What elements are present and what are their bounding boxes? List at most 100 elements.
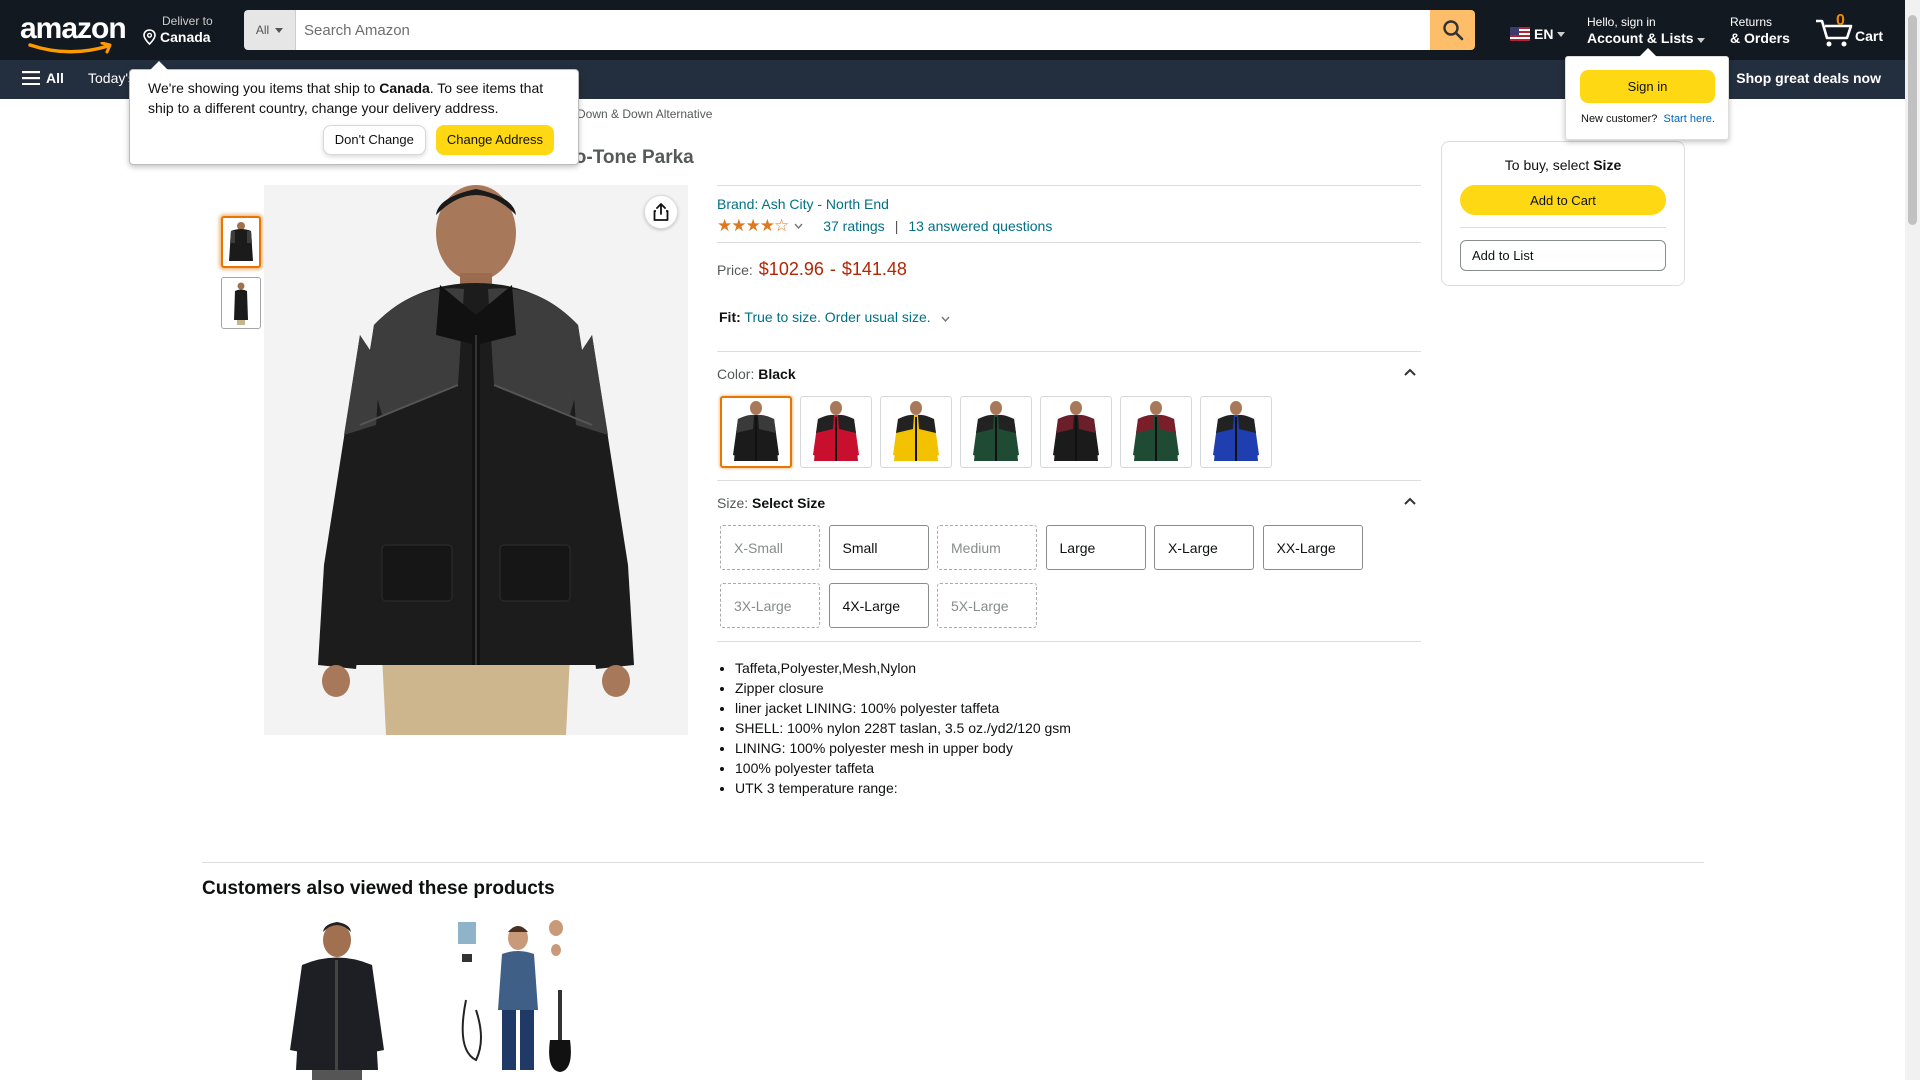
returns-orders[interactable]: Returns & Orders: [1730, 15, 1790, 47]
divider: [202, 862, 1704, 863]
chevron-up-icon[interactable]: [1404, 368, 1416, 376]
size-heading: Size: Select Size: [717, 495, 825, 511]
color-swatch-red[interactable]: [800, 396, 872, 468]
color-heading: Color: Black: [717, 366, 796, 382]
action-figure-image: [458, 920, 571, 1072]
popover-text: We're showing you items that ship to: [148, 80, 380, 96]
color-swatch-royal[interactable]: [1200, 396, 1272, 468]
also-viewed-product-jacket[interactable]: [282, 920, 392, 1080]
size-option[interactable]: Large: [1045, 525, 1146, 570]
feature-bullet: liner jacket LINING: 100% polyester taff…: [735, 698, 1071, 718]
price-high: $141.48: [841, 259, 907, 279]
jacket-swatch-image: [1133, 401, 1179, 461]
buy-box-prefix: To buy, select: [1504, 157, 1594, 173]
size-option[interactable]: XX-Large: [1262, 525, 1363, 570]
chevron-up-icon[interactable]: [1404, 497, 1416, 505]
product-main-image[interactable]: [264, 185, 688, 735]
thumbnail-side[interactable]: [221, 277, 261, 329]
color-swatch-forest-burgundy[interactable]: [1120, 396, 1192, 468]
price-low: $102.96: [758, 259, 824, 279]
parka-model-image: [264, 185, 688, 735]
feature-bullet: 100% polyester taffeta: [735, 758, 1071, 778]
size-option[interactable]: Medium: [937, 525, 1037, 570]
size-option[interactable]: 3X-Large: [720, 583, 820, 628]
deliver-to[interactable]: Deliver to Canada: [142, 14, 213, 46]
all-menu-button[interactable]: All: [22, 70, 64, 86]
search-input[interactable]: [296, 10, 1430, 50]
divider: [717, 185, 1421, 186]
sign-in-button[interactable]: Sign in: [1580, 70, 1715, 103]
ratings-count-link[interactable]: 37 ratings: [823, 218, 884, 234]
feature-bullet: LINING: 100% polyester mesh in upper bod…: [735, 738, 1071, 758]
new-customer-label: New customer?: [1581, 113, 1658, 125]
buy-box-prompt: To buy, select Size: [1442, 157, 1684, 173]
search-bar: All: [244, 10, 1475, 50]
size-value: Select Size: [752, 495, 826, 511]
shop-deals-link[interactable]: Shop great deals now: [1736, 70, 1881, 86]
search-category-label: All: [255, 23, 270, 37]
divider: [717, 351, 1421, 352]
jacket-thumbnail-image: [229, 222, 253, 261]
search-button[interactable]: [1430, 10, 1475, 50]
size-option[interactable]: Small: [828, 525, 929, 570]
thumbnail-front[interactable]: [221, 216, 261, 268]
rating-row: ★★★★☆ 37 ratings | 13 answered questions: [717, 216, 1052, 236]
jacket-swatch-image: [1213, 401, 1259, 461]
color-swatch-black-burgundy[interactable]: [1040, 396, 1112, 468]
cart-button[interactable]: 0 Cart: [1815, 12, 1885, 48]
feature-bullet: UTK 3 temperature range:: [735, 778, 1071, 798]
signin-flyout: Sign in New customer? Start here.: [1565, 48, 1729, 140]
change-address-button[interactable]: Change Address: [435, 125, 554, 155]
chevron-down-icon: [940, 316, 950, 323]
language-label: EN: [1534, 26, 1554, 42]
scrollbar-thumb[interactable]: [1908, 15, 1917, 225]
breadcrumb[interactable]: Down & Down Alternative: [577, 107, 712, 121]
delivery-country-popover: We're showing you items that ship to Can…: [129, 61, 579, 165]
brand-link[interactable]: Brand: Ash City - North End: [717, 196, 889, 212]
jacket-swatch-image: [733, 401, 779, 461]
star-rating-icon[interactable]: ★★★★☆: [717, 216, 789, 236]
jacket-swatch-image: [893, 401, 939, 461]
size-option[interactable]: X-Small: [720, 525, 820, 570]
top-nav: amazon Deliver to Canada All Search Amaz…: [0, 0, 1905, 60]
add-to-list-button[interactable]: Add to List: [1460, 240, 1666, 271]
new-customer-text: New customer? Start here.: [1581, 113, 1715, 125]
share-button[interactable]: [644, 195, 678, 229]
nav-link-todays-deals[interactable]: Today's: [88, 70, 135, 86]
divider: [1460, 227, 1666, 228]
start-here-link[interactable]: Start here.: [1664, 113, 1715, 125]
also-viewed-product-figure[interactable]: [446, 920, 586, 1080]
account-greeting: Hello, sign in: [1587, 15, 1656, 29]
chevron-down-icon[interactable]: [794, 223, 803, 229]
color-swatch-black[interactable]: [720, 396, 792, 468]
fit-info[interactable]: Fit: True to size. Order usual size.: [719, 309, 950, 325]
color-swatch-forest[interactable]: [960, 396, 1032, 468]
share-icon: [653, 203, 669, 221]
page-scrollbar[interactable]: [1905, 0, 1920, 1080]
add-to-cart-button[interactable]: Add to Cart: [1460, 185, 1666, 215]
color-swatch-yellow[interactable]: [880, 396, 952, 468]
fit-value: True to size. Order usual size.: [744, 309, 931, 325]
account-menu[interactable]: Hello, sign in Account & Lists: [1587, 15, 1706, 47]
size-option[interactable]: 4X-Large: [828, 583, 929, 628]
cart-count: 0: [1836, 12, 1845, 29]
feature-bullet: Zipper closure: [735, 678, 1071, 698]
us-flag-icon: [1510, 27, 1530, 41]
buy-box-size: Size: [1593, 157, 1622, 173]
amazon-logo[interactable]: amazon: [20, 14, 127, 54]
price-row: Price: $102.96 - $141.48: [717, 259, 907, 280]
cart-icon: [1816, 19, 1853, 47]
size-option[interactable]: 5X-Large: [937, 583, 1037, 628]
answered-questions-link[interactable]: 13 answered questions: [908, 218, 1052, 234]
search-category-dropdown[interactable]: All: [244, 10, 296, 50]
caret-down-icon: [1557, 31, 1566, 37]
orders-label: & Orders: [1730, 30, 1790, 46]
search-icon: [1442, 20, 1463, 41]
size-option[interactable]: X-Large: [1154, 525, 1254, 570]
caret-down-icon: [275, 27, 284, 33]
all-menu-label: All: [46, 70, 64, 86]
dont-change-button[interactable]: Don't Change: [322, 125, 426, 155]
deliver-label: Deliver to: [162, 14, 213, 28]
rain-jacket-image: [290, 922, 384, 1080]
language-selector[interactable]: EN: [1510, 26, 1566, 42]
